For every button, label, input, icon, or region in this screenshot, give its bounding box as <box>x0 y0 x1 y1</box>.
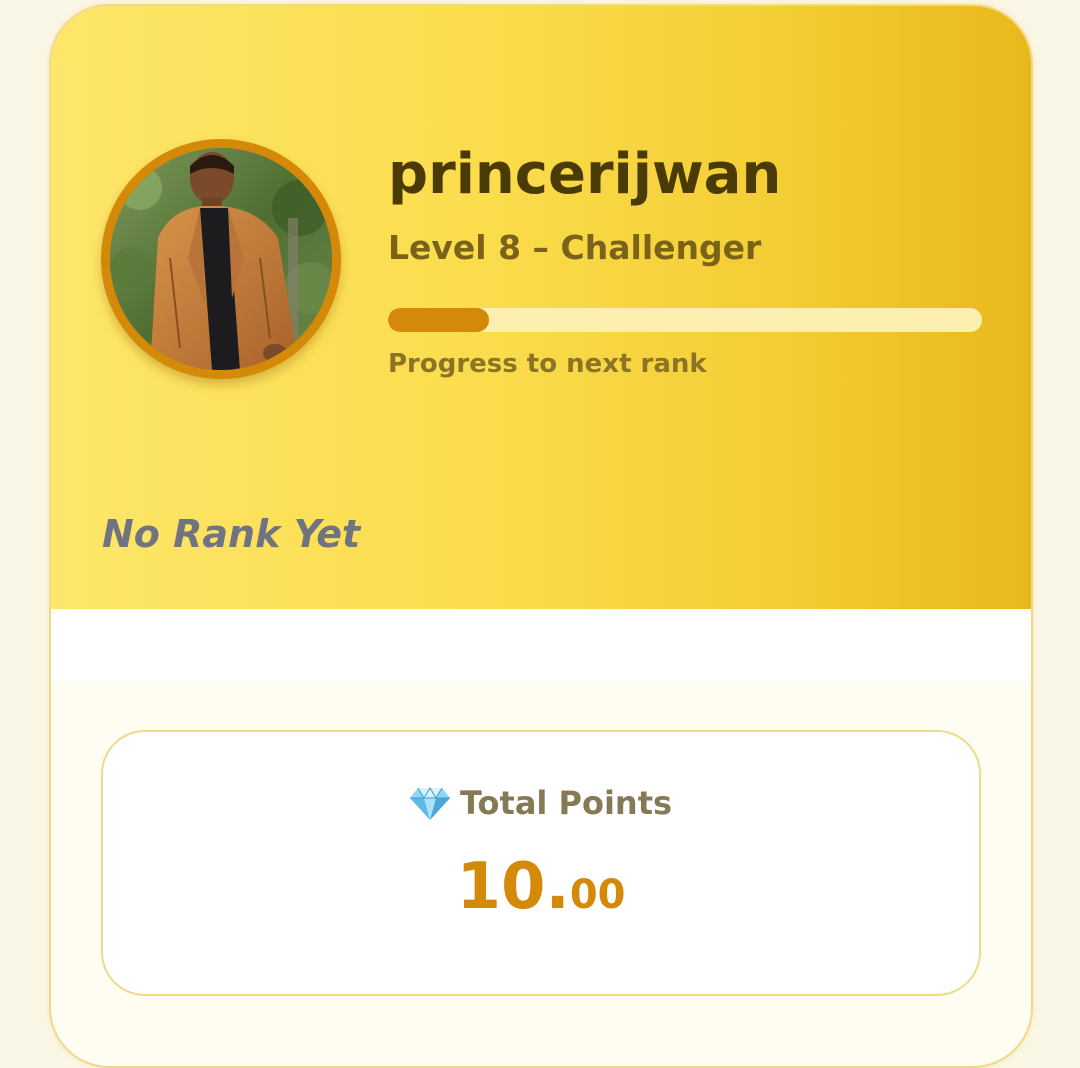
points-title-row: Total Points <box>103 784 979 828</box>
level-label: Level 8 – Challenger <box>388 228 762 267</box>
avatar-photo <box>110 148 332 370</box>
points-value-integer: 10. <box>456 850 570 924</box>
header-divider-band <box>51 609 1031 681</box>
progress-caption: Progress to next rank <box>388 349 707 379</box>
points-value: 10.00 <box>103 850 979 924</box>
points-title: Total Points <box>459 784 673 822</box>
gem-icon <box>409 786 450 828</box>
rank-progress-fill <box>388 308 489 332</box>
points-value-decimal: 00 <box>569 872 626 918</box>
total-points-card: Total Points 10.00 <box>101 730 981 996</box>
profile-card: princerijwan Level 8 – Challenger Progre… <box>49 4 1033 1068</box>
avatar[interactable] <box>101 139 341 379</box>
rank-progress-bar <box>388 308 982 332</box>
profile-header: princerijwan Level 8 – Challenger Progre… <box>51 6 1031 609</box>
username: princerijwan <box>388 142 782 207</box>
rank-status: No Rank Yet <box>102 512 361 556</box>
